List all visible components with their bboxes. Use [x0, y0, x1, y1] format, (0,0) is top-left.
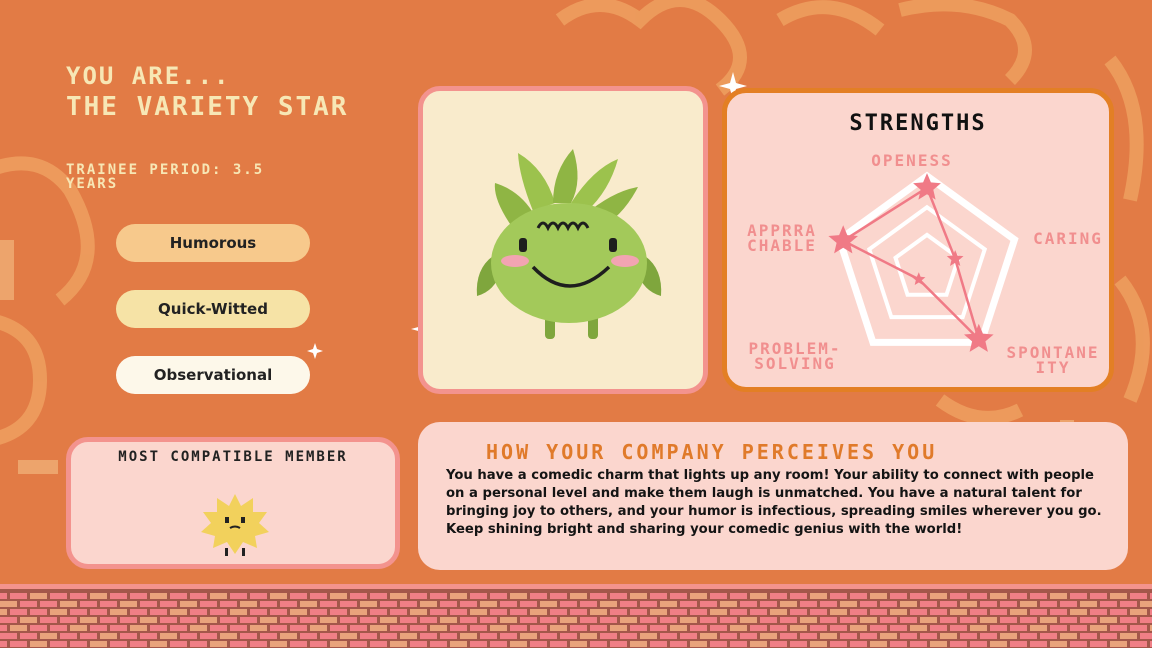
- radar-label-problem-solving: PROBLEM- SOLVING: [748, 339, 842, 373]
- trait-pill-humorous: Humorous: [116, 224, 310, 262]
- you-are-heading: YOU ARE...: [66, 62, 231, 90]
- radar-label-spontaneity: SPONTANE ITY: [1006, 343, 1100, 377]
- perception-description: You have a comedic charm that lights up …: [446, 468, 1102, 537]
- perception-card: HOW YOUR COMPANY PERCEIVES YOU You have …: [418, 422, 1128, 570]
- result-title: THE VARIETY STAR: [66, 92, 349, 122]
- character-card: [418, 86, 708, 394]
- radar-label-approachable: APPRRA CHABLE: [747, 221, 817, 255]
- trait-pill-quick-witted: Quick-Witted: [116, 290, 310, 328]
- radar-label-openess: OPENESS: [871, 151, 953, 170]
- compatible-member-title: MOST COMPATIBLE MEMBER: [118, 449, 348, 465]
- strengths-card: STRENGTHS OPENESS CARING APPRRA CHABLE P…: [722, 88, 1114, 392]
- green-onion-character-illustration: [476, 149, 662, 339]
- compatible-member-card: MOST COMPATIBLE MEMBER: [66, 437, 400, 569]
- trainee-period: TRAINEE PERIOD: 3.5 YEARS: [66, 162, 265, 192]
- perception-title: HOW YOUR COMPANY PERCEIVES YOU: [486, 440, 938, 464]
- yellow-spiky-character-illustration: [201, 494, 269, 556]
- radar-label-caring: CARING: [1033, 229, 1103, 248]
- brick-floor-decoration: [0, 584, 1152, 648]
- trait-pill-observational: Observational: [116, 356, 310, 394]
- radar-point-star: [913, 173, 941, 200]
